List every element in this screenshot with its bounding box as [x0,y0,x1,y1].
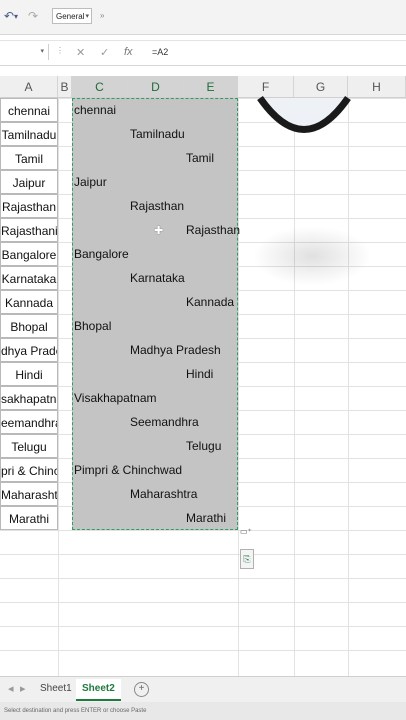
formula-bar-handle-icon: ⋮ [56,46,64,55]
cell-c13[interactable]: Visakhapatnam [74,386,157,410]
status-bar: Select destination and press ENTER or ch… [0,702,406,720]
cell-a18[interactable]: Marathi [0,506,58,530]
webcam-overlay [254,76,354,136]
cell-a8[interactable]: Karnataka [0,266,58,290]
paste-options-icon[interactable]: ⎘ [240,549,254,569]
cell-c10[interactable]: Bhopal [74,314,111,338]
formula-input[interactable]: =A2 [152,47,168,57]
formula-bar: ▾ ⋮ ✕ ✓ fx =A2 [0,40,406,66]
row-gridline [0,626,406,627]
cell-d17[interactable]: Maharashtra [130,482,197,506]
sheet-tab-sheet1[interactable]: Sheet1 [34,679,78,699]
cell-a12[interactable]: Hindi [0,362,58,386]
cell-a16[interactable]: pri & Chinchwa [0,458,58,482]
undo-icon[interactable]: ↶ [4,9,14,23]
cell-a4[interactable]: Jaipur [0,170,58,194]
cell-a2[interactable]: Tamilnadu [0,122,58,146]
close-icon[interactable]: ✕ [76,46,85,59]
cell-a5[interactable]: Rajasthan [0,194,58,218]
cell-c1[interactable]: chennai [74,98,116,122]
cell-d8[interactable]: Karnataka [130,266,185,290]
cell-d2[interactable]: Tamilnadu [130,122,185,146]
add-sheet-icon[interactable]: + [134,682,149,697]
check-icon[interactable]: ✓ [100,46,109,59]
column-header-a[interactable]: A [0,76,58,98]
scroll-right-icon[interactable]: ▸ [20,682,26,695]
column-header-h[interactable]: H [348,76,406,98]
cell-e12[interactable]: Hindi [186,362,213,386]
cursor-plus-icon: ✚ [154,225,164,237]
scroll-left-icon[interactable]: ◂ [8,682,14,695]
column-header-b[interactable]: B [58,76,72,98]
chevron-down-icon: ▾ [40,48,44,55]
row-gridline [0,650,406,651]
number-format-value: General [56,12,85,21]
toolbar: ↶ ▾ ↷ General ▾ » [0,0,406,35]
column-gridline [348,98,349,676]
cell-a14[interactable]: eemandhra [0,410,58,434]
cell-d11[interactable]: Madhya Pradesh [130,338,221,362]
column-gridline [58,98,59,676]
cell-a10[interactable]: Bhopal [0,314,58,338]
spreadsheet-grid[interactable]: ABCDEFGH chennai Tamilnadu Tamil Jaipur Raja… [0,76,406,676]
chevron-down-icon: ▾ [85,13,89,20]
cell-c4[interactable]: Jaipur [74,170,107,194]
row-gridline [0,602,406,603]
more-icon[interactable]: » [100,11,104,20]
cell-e15[interactable]: Telugu [186,434,221,458]
row-gridline [0,578,406,579]
flash-fill-icon[interactable]: ▭⁺ [240,527,252,536]
sheet-tab-bar: ◂ ▸ Sheet1 Sheet2 + [0,676,406,703]
cell-e3[interactable]: Tamil [186,146,214,170]
column-header-d[interactable]: D [128,76,184,98]
cell-a17[interactable]: Maharashtra [0,482,58,506]
overlay-shadow [252,226,372,286]
redo-icon[interactable]: ↷ [28,9,38,23]
column-header-c[interactable]: C [72,76,128,98]
row-gridline [0,530,406,531]
undo-dropdown-icon[interactable]: ▾ [14,12,18,21]
column-header-e[interactable]: E [184,76,238,98]
cell-e6[interactable]: Rajasthan [186,218,240,242]
column-gridline [294,98,295,676]
cell-a6[interactable]: Rajasthani [0,218,58,242]
cell-a15[interactable]: Telugu [0,434,58,458]
fx-icon[interactable]: fx [124,46,133,58]
sheet-tab-sheet2[interactable]: Sheet2 [76,679,121,701]
number-format-select[interactable]: General ▾ [52,8,92,24]
cell-e9[interactable]: Kannada [186,290,234,314]
cell-a1[interactable]: chennai [0,98,58,122]
cell-e18[interactable]: Marathi [186,506,226,530]
cell-c16[interactable]: Pimpri & Chinchwad [74,458,182,482]
cell-a3[interactable]: Tamil [0,146,58,170]
cell-a11[interactable]: dhya Pradesh [0,338,58,362]
name-box[interactable]: ▾ [0,44,49,60]
avatar-circle-icon [257,95,351,133]
cell-a13[interactable]: sakhapatnam [0,386,58,410]
cell-a9[interactable]: Kannada [0,290,58,314]
column-gridline [238,98,239,676]
cell-d5[interactable]: Rajasthan [130,194,184,218]
cell-a7[interactable]: Bangalore [0,242,58,266]
cell-d14[interactable]: Seemandhra [130,410,199,434]
cell-c7[interactable]: Bangalore [74,242,129,266]
row-gridline [0,554,406,555]
